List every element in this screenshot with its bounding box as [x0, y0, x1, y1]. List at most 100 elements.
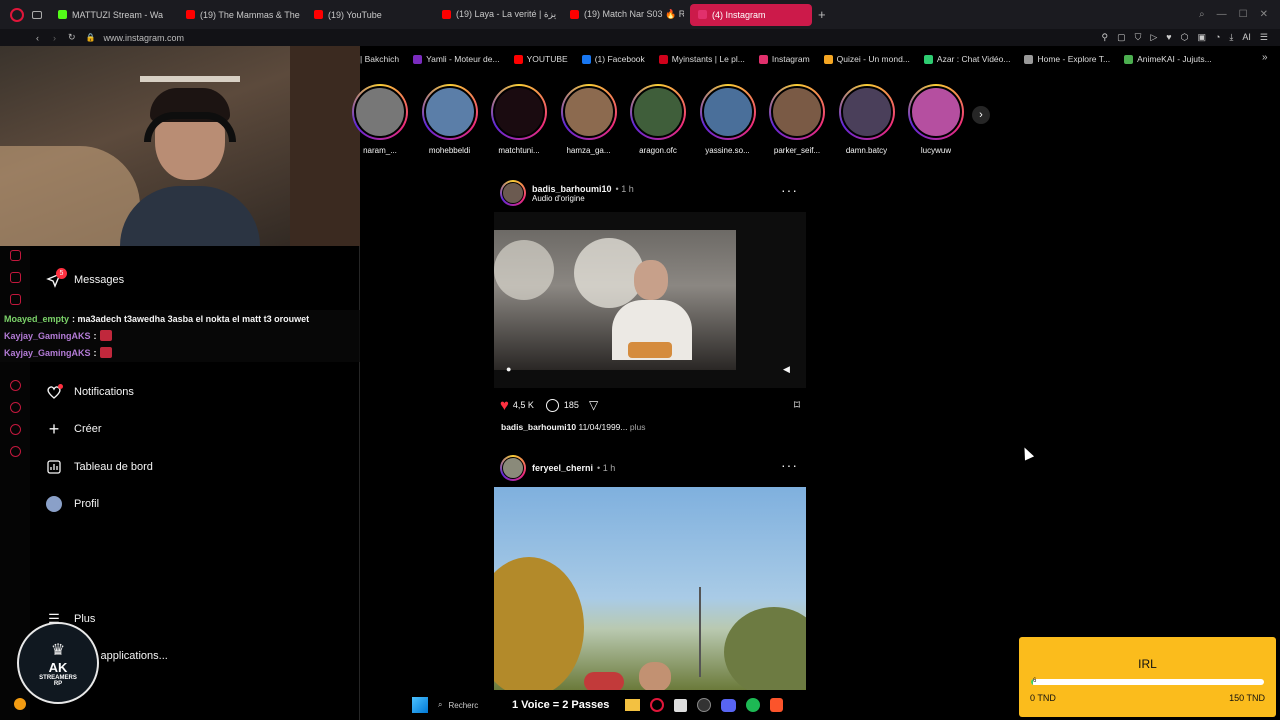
tab-favicon-icon — [186, 10, 195, 19]
bookmark-item[interactable]: Yamli - Moteur de... — [413, 54, 500, 64]
bookmark-favicon-icon — [758, 54, 768, 64]
story-username: yassine.so... — [705, 146, 750, 155]
browser-tab[interactable]: (4) Instagram — [690, 3, 812, 26]
post-media-2[interactable] — [494, 487, 806, 690]
sidebar-app-icon-1[interactable] — [10, 250, 21, 261]
bookmark-item[interactable]: Instagram — [758, 54, 810, 64]
post-audio[interactable]: Audio d'origine — [532, 194, 634, 203]
share-icon[interactable]: ▽ — [589, 398, 598, 412]
post-username[interactable]: badis_barhoumi10 — [532, 184, 612, 194]
sound-icon[interactable]: ◀ — [783, 364, 790, 375]
weather-icon[interactable] — [14, 698, 26, 710]
pin-icon[interactable]: ⚲ — [1101, 32, 1108, 43]
store-icon[interactable] — [674, 698, 688, 712]
tagged-user-icon[interactable]: ● — [506, 364, 511, 374]
wallet-icon[interactable]: ▣ — [1197, 32, 1206, 43]
story-item[interactable]: hamza_ga... — [560, 84, 618, 155]
sidebar-app-icon-3[interactable] — [10, 294, 21, 305]
post-options-icon-2[interactable]: ··· — [781, 458, 798, 472]
chat-emote-icon — [99, 347, 112, 358]
aria-ai-button[interactable]: AI — [1242, 32, 1251, 43]
reload-icon[interactable]: ↻ — [68, 32, 76, 43]
story-item[interactable]: mohebbeldi — [421, 84, 479, 155]
brave-icon[interactable] — [770, 698, 784, 712]
bookmark-item[interactable]: (1) Facebook — [581, 54, 645, 64]
taskbar-search[interactable]: ⌕ Recherc — [438, 695, 502, 715]
goal-max: 150 TND — [1229, 693, 1265, 703]
spotify-icon[interactable] — [746, 698, 761, 712]
discord-icon[interactable] — [721, 698, 737, 712]
close-window-button[interactable]: ✕ — [1260, 9, 1268, 20]
post-options-icon[interactable]: ··· — [781, 183, 798, 197]
nav-notifications[interactable]: Notifications — [46, 380, 134, 404]
story-item[interactable]: damn.batcy — [838, 84, 896, 155]
sidebar-history-icon[interactable] — [10, 402, 21, 413]
steam-icon[interactable] — [697, 698, 712, 712]
post-media[interactable]: ● ◀ — [494, 212, 806, 388]
forward-icon[interactable]: › — [53, 33, 56, 43]
url-field[interactable]: www.instagram.com — [104, 33, 185, 43]
bookmark-item[interactable]: Azar : Chat Vidéo... — [923, 54, 1010, 64]
menu-icon[interactable]: ☰ — [1260, 32, 1268, 43]
bookmark-item[interactable]: YOUTUBE — [513, 54, 568, 64]
post-username-2[interactable]: feryeel_cherni — [532, 463, 593, 473]
story-avatar — [908, 84, 964, 140]
windows-start-icon[interactable] — [412, 697, 428, 713]
caption-text: 11/04/1999... — [578, 422, 628, 432]
shield-icon[interactable]: ⛉ — [1135, 32, 1142, 43]
bookmark-label: AnimeKAI - Jujuts... — [1137, 54, 1212, 64]
story-item[interactable]: aragon.ofc — [629, 84, 687, 155]
caption-more[interactable]: plus — [630, 422, 646, 432]
nav-apps[interactable]: s applications... — [92, 644, 168, 668]
bookmark-item[interactable]: AnimeKAI - Jujuts... — [1124, 54, 1212, 64]
snapshot-icon[interactable]: ▢ — [1117, 32, 1126, 43]
opera-logo-icon[interactable] — [10, 7, 24, 22]
nav-dashboard[interactable]: Tableau de bord — [46, 455, 153, 479]
sidebar-app-icon-2[interactable] — [10, 272, 21, 283]
comment-icon[interactable] — [545, 398, 559, 412]
bookmark-label: (1) Facebook — [594, 54, 645, 64]
story-item[interactable]: parker_seif... — [768, 84, 826, 155]
browser-tab[interactable]: (19) The Mammas & The P — [178, 4, 300, 26]
workspaces-icon[interactable] — [32, 10, 42, 19]
nav-create[interactable]: + Créer — [46, 417, 102, 441]
sidebar-app-icon-5[interactable] — [10, 424, 21, 435]
like-icon[interactable]: ♥ — [500, 397, 509, 414]
file-explorer-icon[interactable] — [625, 699, 641, 711]
back-icon[interactable]: ‹ — [36, 33, 39, 43]
sidebar-app-icon-4[interactable] — [10, 380, 21, 391]
search-tabs-icon[interactable]: ⌕ — [1199, 9, 1205, 20]
bookmark-item[interactable]: Myinstants | Le pl... — [658, 54, 745, 64]
minimize-button[interactable]: — — [1217, 9, 1227, 20]
story-item[interactable]: naram_... — [351, 84, 409, 155]
heart-icon[interactable]: ♥ — [1166, 32, 1171, 43]
extensions-icon[interactable]: ⬡ — [1181, 32, 1189, 43]
tab-label: (19) The Mammas & The P — [200, 9, 300, 20]
new-tab-button[interactable]: + — [818, 7, 826, 22]
play-icon[interactable]: ▷ — [1150, 32, 1157, 43]
opera-taskbar-icon[interactable] — [650, 698, 665, 712]
bookmarks-overflow-icon[interactable]: » — [1262, 52, 1268, 63]
caption-username[interactable]: badis_barhoumi10 — [501, 422, 576, 432]
post-avatar[interactable] — [500, 180, 526, 206]
profile-icon[interactable]: ◔ — [1215, 32, 1220, 43]
download-icon[interactable]: ⤓ — [1229, 32, 1233, 43]
browser-tab[interactable]: MATTUZI Stream - Wa — [50, 4, 172, 26]
bookmark-item[interactable]: Home - Explore T... — [1024, 54, 1110, 64]
stories-next-button[interactable]: › — [972, 106, 990, 124]
story-item[interactable]: yassine.so... — [699, 84, 757, 155]
story-item[interactable]: lucywuw — [907, 84, 965, 155]
bookmark-item[interactable]: | Bakchich — [360, 54, 399, 64]
story-item[interactable]: matchtuni... — [490, 84, 548, 155]
maximize-button[interactable]: ☐ — [1239, 9, 1248, 20]
nav-profile[interactable]: Profil — [46, 492, 99, 516]
browser-tab[interactable]: (19) Laya - La verité | عزيزة — [434, 4, 556, 26]
post-header: badis_barhoumi10 • 1 h Audio d'origine ·… — [500, 178, 806, 208]
browser-tab[interactable]: (19) YouTube — [306, 4, 428, 26]
bookmark-item[interactable]: Quizei - Un mond... — [823, 54, 910, 64]
nav-messages[interactable]: 5 Messages — [46, 268, 124, 292]
browser-tab[interactable]: (19) Match Nar S03 🔥 Re — [562, 4, 684, 26]
save-icon[interactable]: ⌑ — [794, 398, 800, 412]
post-avatar-2[interactable] — [500, 455, 526, 481]
sidebar-settings-icon[interactable] — [10, 446, 21, 457]
